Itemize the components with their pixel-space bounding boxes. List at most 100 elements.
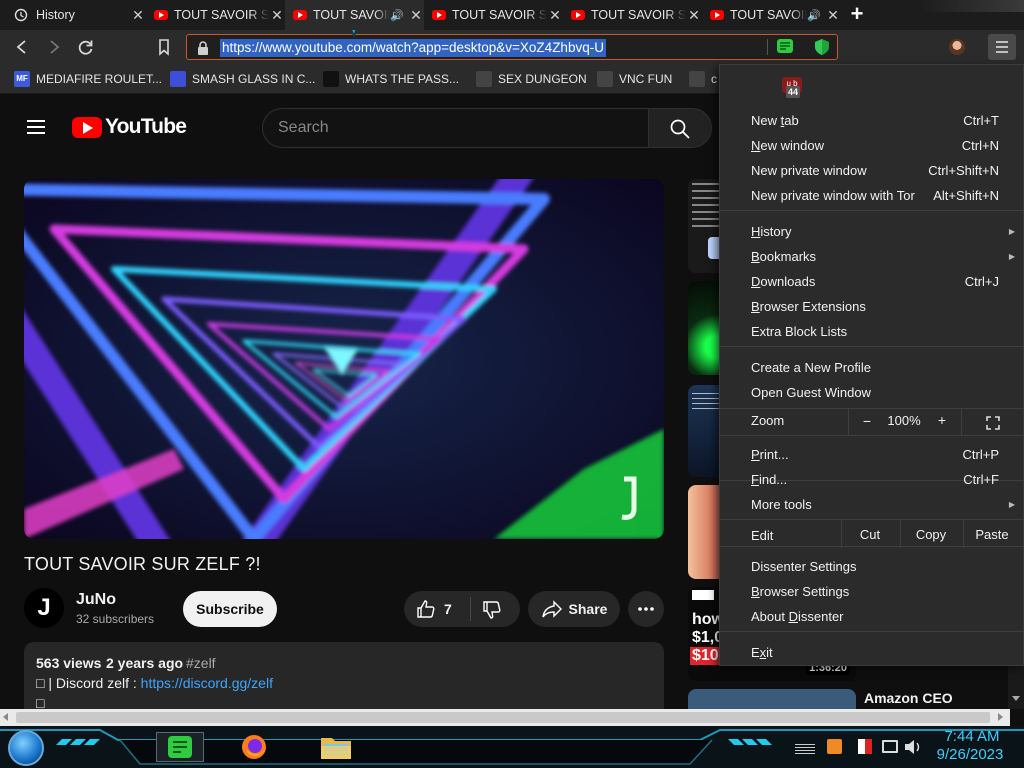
zoom-in-button[interactable]: +	[931, 412, 953, 428]
menu-item-browser-extensions[interactable]: Browser Extensions	[751, 296, 999, 318]
menu-item-find[interactable]: Find... Ctrl+F	[751, 469, 999, 491]
zoom-out-button[interactable]: −	[856, 413, 878, 429]
guide-menu-button[interactable]	[24, 115, 48, 139]
scroll-right-arrow-icon[interactable]	[998, 713, 1003, 721]
menu-item-more-tools[interactable]: More tools ▶	[751, 494, 1015, 516]
scroll-thumb[interactable]	[16, 712, 990, 723]
menu-item-label: About Dissenter	[751, 609, 844, 624]
suggested-thumbnail-6[interactable]	[688, 689, 856, 709]
tab-audio-icon[interactable]: 🔊	[390, 9, 404, 22]
shields-button[interactable]	[813, 38, 831, 56]
tab-close-icon[interactable]: ✕	[408, 7, 424, 24]
profile-avatar[interactable]	[949, 39, 965, 55]
bookmark-item[interactable]: c	[689, 70, 717, 88]
paste-button[interactable]: Paste	[964, 527, 1020, 542]
menu-item-exit[interactable]: Exit	[751, 642, 999, 664]
menu-item-extra-block-lists[interactable]: Extra Block Lists	[751, 321, 999, 343]
taskbar-firefox-app[interactable]	[236, 732, 272, 762]
menu-item-history[interactable]: History ▶	[751, 221, 1015, 243]
bookmark-item[interactable]: SMASH GLASS IN C...	[170, 70, 315, 88]
reload-button[interactable]	[75, 36, 97, 58]
tab-3[interactable]: TOUT SAVOIR SUR ZELF ?!🔊 ✕	[285, 0, 424, 30]
menu-item-about-dissenter[interactable]: About Dissenter	[751, 606, 999, 628]
menu-item-label: History	[751, 224, 791, 239]
scroll-down-arrow-icon[interactable]	[1012, 696, 1020, 701]
bookmark-item[interactable]: WHATS THE PASS...	[323, 70, 459, 88]
menu-item-new-private-window[interactable]: New private window Ctrl+Shift+N	[751, 160, 999, 182]
tab-5[interactable]: TOUT SAVOIR SUR ZELF ?!✕	[563, 0, 702, 30]
subscribe-button[interactable]: Subscribe	[183, 591, 277, 627]
bookmark-item[interactable]: MF MEDIAFIRE ROULET...	[14, 70, 162, 88]
tab-audio-icon[interactable]: 🔊	[807, 9, 821, 22]
like-count: 7	[444, 601, 452, 617]
discord-link[interactable]: https://discord.gg/zelf	[141, 675, 273, 691]
like-button[interactable]: 7	[404, 591, 470, 627]
search-input[interactable]: Search	[262, 108, 650, 148]
tray-volume-icon[interactable]	[904, 739, 922, 755]
new-tab-button[interactable]: +	[846, 3, 868, 26]
tray-network-icon[interactable]	[882, 740, 898, 753]
scroll-left-arrow-icon[interactable]	[3, 713, 8, 721]
menu-item-create-a-new-profile[interactable]: Create a New Profile	[751, 357, 999, 379]
clock-date[interactable]: 9/26/2023	[934, 746, 1006, 763]
bookmark-item[interactable]: VNC FUN	[597, 70, 672, 88]
bookmark-icon	[159, 39, 169, 56]
menu-item-downloads[interactable]: Downloads Ctrl+J	[751, 271, 999, 293]
start-orb-button[interactable]	[8, 730, 44, 766]
dissenter-comments-button[interactable]	[776, 38, 794, 56]
tab-4[interactable]: TOUT SAVOIR SUR ZELF ?!✕	[424, 0, 563, 30]
share-button[interactable]: Share	[528, 591, 620, 627]
video-player[interactable]	[24, 179, 664, 539]
tray-show-hidden-icon[interactable]	[795, 744, 815, 754]
menu-label-end: ownloads	[760, 274, 816, 289]
channel-avatar[interactable]: J	[24, 588, 64, 628]
menu-label-start: E	[751, 645, 760, 660]
tab-2[interactable]: TOUT SAVOIR SUR ZELF ?!✕	[146, 0, 285, 30]
search-button[interactable]	[648, 108, 712, 148]
menu-item-browser-settings[interactable]: Browser Settings	[751, 581, 999, 603]
bookmark-item[interactable]: SEX DUNGEON	[476, 70, 587, 88]
menu-item-new-tab[interactable]: New tab Ctrl+T	[751, 110, 999, 132]
cut-button[interactable]: Cut	[842, 527, 898, 542]
menu-item-bookmarks[interactable]: Bookmarks ▶	[751, 246, 1015, 268]
tab-close-icon[interactable]: ✕	[686, 7, 702, 24]
tab-close-icon[interactable]: ✕	[825, 7, 841, 24]
menu-label-end: issenter	[797, 609, 844, 624]
tab-close-icon[interactable]: ✕	[547, 7, 563, 24]
menu-item-new-window[interactable]: New window Ctrl+N	[751, 135, 999, 157]
address-bar[interactable]: https://www.youtube.com/watch?app=deskto…	[186, 34, 838, 60]
menu-item-print[interactable]: Print... Ctrl+P	[751, 444, 999, 466]
bookmark-label: SMASH GLASS IN C...	[192, 72, 316, 86]
menu-shortcut: Ctrl+N	[961, 138, 999, 153]
copy-button[interactable]: Copy	[901, 527, 961, 542]
taskbar-explorer-app[interactable]	[318, 732, 354, 762]
menu-item-label: New private window	[751, 163, 867, 178]
fullscreen-icon[interactable]	[986, 416, 1000, 430]
youtube-favicon-icon	[293, 10, 307, 20]
channel-name[interactable]: JuNo	[76, 591, 116, 609]
forward-button[interactable]	[43, 36, 65, 58]
dislike-button[interactable]	[471, 591, 520, 627]
tab-1[interactable]: History ✕	[0, 0, 146, 30]
youtube-play-icon	[72, 116, 102, 138]
bookmark-page-button[interactable]	[153, 36, 175, 58]
back-button[interactable]	[11, 36, 33, 58]
youtube-logo[interactable]: YouTube	[72, 115, 187, 139]
menu-item-new-private-window-with-tor[interactable]: New private window with Tor Alt+Shift+N	[751, 185, 999, 207]
horizontal-scrollbar[interactable]	[0, 709, 1010, 726]
tray-flag-icon[interactable]	[858, 739, 872, 754]
menu-item-dissenter-settings[interactable]: Dissenter Settings	[751, 556, 999, 578]
tray-app-icon[interactable]	[827, 739, 842, 754]
tab-close-icon[interactable]: ✕	[269, 7, 285, 24]
reload-icon	[78, 40, 93, 55]
taskbar-dissenter-app[interactable]	[156, 732, 204, 762]
hashtag-link[interactable]: #zelf	[186, 655, 216, 671]
menu-item-open-guest-window[interactable]: Open Guest Window	[751, 382, 999, 404]
main-menu-button[interactable]	[988, 34, 1016, 60]
more-actions-button[interactable]	[628, 591, 664, 627]
tab-close-icon[interactable]: ✕	[130, 7, 146, 24]
clock-time[interactable]: 7:44 AM	[940, 728, 1004, 745]
suggested-video-title[interactable]: Amazon CEO	[864, 690, 953, 706]
arrow-left-icon	[16, 40, 26, 54]
tab-6[interactable]: TOUT SAVOIR SUR ZELF ?!🔊 ✕	[702, 0, 841, 30]
